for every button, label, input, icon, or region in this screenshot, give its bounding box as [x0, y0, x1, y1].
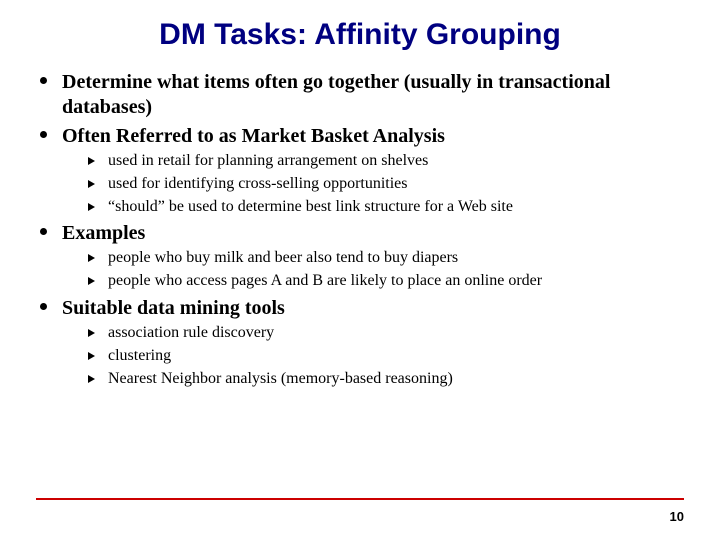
sub-item: people who access pages A and B are like… [88, 271, 684, 292]
sub-item: clustering [88, 346, 684, 367]
bullet-dot-icon [40, 228, 47, 235]
page-number: 10 [670, 509, 684, 524]
list-item: Often Referred to as Market Basket Analy… [36, 124, 684, 217]
sub-list: people who buy milk and beer also tend t… [62, 248, 684, 292]
sub-text: people who buy milk and beer also tend t… [108, 248, 684, 269]
arrow-right-icon [88, 277, 95, 285]
slide: DM Tasks: Affinity Grouping Determine wh… [0, 0, 720, 540]
arrow-right-icon [88, 352, 95, 360]
sub-text: association rule discovery [108, 323, 684, 344]
sub-item: association rule discovery [88, 323, 684, 344]
arrow-right-icon [88, 203, 95, 211]
sub-item: used for identifying cross-selling oppor… [88, 174, 684, 195]
arrow-right-icon [88, 180, 95, 188]
bullet-dot-icon [40, 303, 47, 310]
arrow-right-icon [88, 329, 95, 337]
sub-item: used in retail for planning arrangement … [88, 151, 684, 172]
sub-item: Nearest Neighbor analysis (memory-based … [88, 369, 684, 390]
sub-text: used for identifying cross-selling oppor… [108, 174, 684, 195]
top-list: Determine what items often go together (… [36, 70, 684, 389]
footer-rule [36, 498, 684, 500]
arrow-right-icon [88, 254, 95, 262]
slide-title: DM Tasks: Affinity Grouping [36, 18, 684, 52]
list-item: Determine what items often go together (… [36, 70, 684, 120]
bullet-dot-icon [40, 131, 47, 138]
sub-text: clustering [108, 346, 684, 367]
item-text: Suitable data mining tools [62, 296, 684, 321]
list-item: Suitable data mining tools association r… [36, 296, 684, 389]
sub-text: used in retail for planning arrangement … [108, 151, 684, 172]
sub-text: people who access pages A and B are like… [108, 271, 684, 292]
sub-list: used in retail for planning arrangement … [62, 151, 684, 217]
item-text: Often Referred to as Market Basket Analy… [62, 124, 684, 149]
sub-item: “should” be used to determine best link … [88, 197, 684, 218]
sub-text: “should” be used to determine best link … [108, 197, 684, 218]
item-text: Determine what items often go together (… [62, 70, 684, 120]
item-text: Examples [62, 221, 684, 246]
sub-text: Nearest Neighbor analysis (memory-based … [108, 369, 684, 390]
sub-list: association rule discovery clustering Ne… [62, 323, 684, 389]
arrow-right-icon [88, 157, 95, 165]
bullet-dot-icon [40, 77, 47, 84]
list-item: Examples people who buy milk and beer al… [36, 221, 684, 292]
sub-item: people who buy milk and beer also tend t… [88, 248, 684, 269]
arrow-right-icon [88, 375, 95, 383]
